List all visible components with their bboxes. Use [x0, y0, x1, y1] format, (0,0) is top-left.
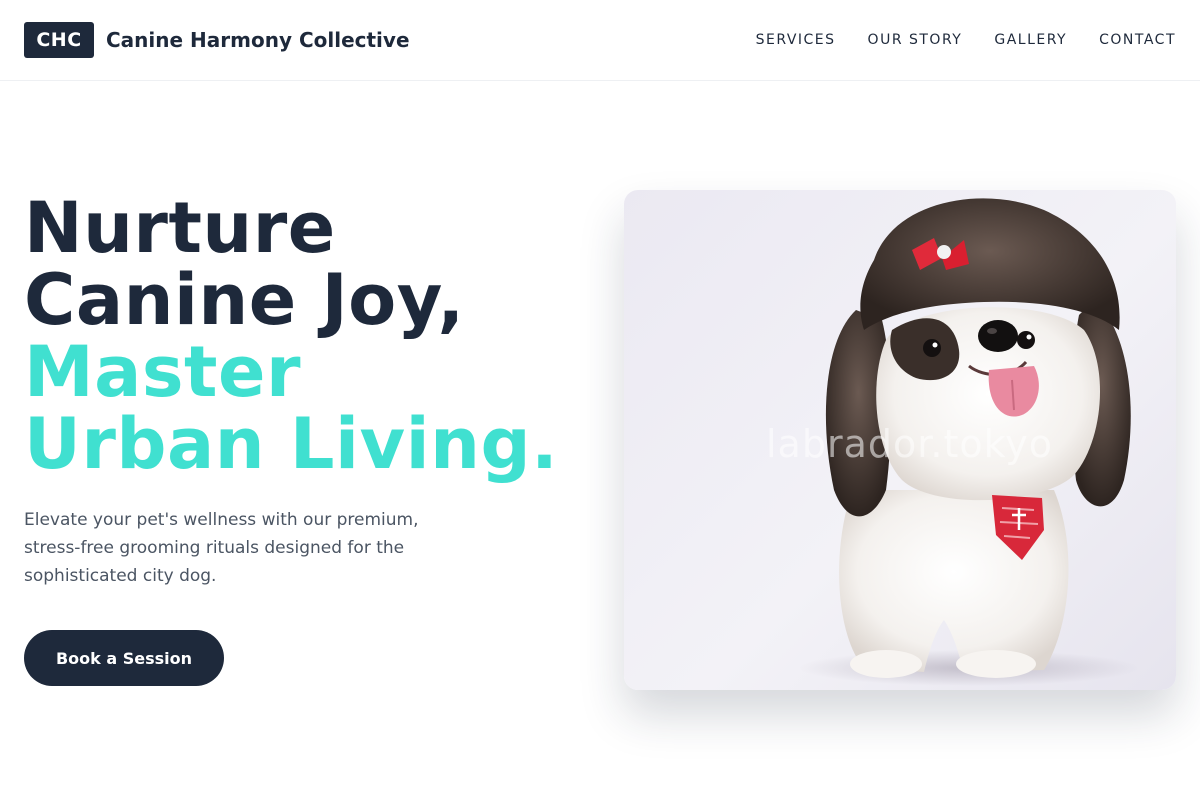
image-watermark: labrador.tokyo	[766, 422, 1053, 466]
hero-subtitle: Elevate your pet's wellness with our pre…	[24, 510, 419, 586]
nav-services[interactable]: SERVICES	[756, 31, 836, 49]
brand-name[interactable]: Canine Harmony Collective	[106, 27, 410, 53]
main-nav: SERVICES OUR STORY GALLERY CONTACT	[724, 31, 1176, 49]
hero-title-line-4: Urban Living.	[24, 403, 559, 485]
nav-gallery[interactable]: GALLERY	[994, 31, 1067, 49]
hero-title-line-1: Nurture	[24, 187, 336, 269]
hero-title-line-2: Canine Joy,	[24, 259, 465, 341]
hero-title-line-3: Master	[24, 331, 302, 413]
hero-title: Nurture Canine Joy, Master Urban Living.	[24, 192, 604, 480]
hero-dog-photo: labrador.tokyo	[624, 190, 1176, 690]
book-session-button[interactable]: Book a Session	[24, 630, 224, 686]
nav-contact[interactable]: CONTACT	[1099, 31, 1176, 49]
site-header: CHC Canine Harmony Collective SERVICES O…	[0, 0, 1200, 81]
logo-badge[interactable]: CHC	[24, 22, 94, 58]
nav-our-story[interactable]: OUR STORY	[868, 31, 963, 49]
